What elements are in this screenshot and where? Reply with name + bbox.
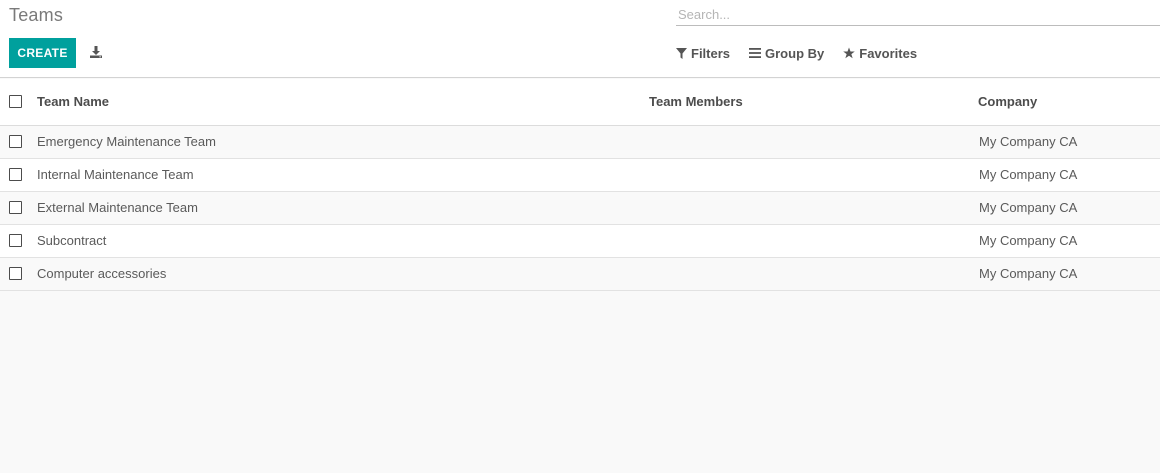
team-name-cell: Subcontract	[37, 224, 649, 258]
column-header-team-members[interactable]: Team Members	[649, 79, 978, 126]
filters-label: Filters	[691, 45, 731, 61]
column-header-company[interactable]: Company	[978, 79, 1160, 126]
group-by-label: Group By	[765, 45, 825, 61]
table-row[interactable]: Internal Maintenance Team My Company CA	[0, 158, 1160, 192]
filters-button[interactable]: Filters	[676, 46, 730, 61]
table-header: Team Name Team Members Company	[0, 79, 1160, 126]
bars-icon	[749, 48, 762, 58]
row-select-cell	[0, 257, 37, 291]
column-header-team-name[interactable]: Team Name	[37, 79, 649, 126]
team-name-cell: Emergency Maintenance Team	[37, 125, 649, 159]
row-checkbox[interactable]	[9, 201, 22, 214]
team-members-cell	[649, 191, 978, 225]
search-input[interactable]	[676, 4, 1160, 24]
row-select-cell	[0, 158, 37, 192]
table-row[interactable]: Emergency Maintenance Team My Company CA	[0, 125, 1160, 159]
company-cell: My Company CA	[978, 125, 1160, 159]
company-cell: My Company CA	[978, 158, 1160, 192]
filter-icon	[676, 47, 687, 59]
row-select-cell	[0, 224, 37, 258]
team-members-cell	[649, 125, 978, 159]
table-row[interactable]: Computer accessories My Company CA	[0, 257, 1160, 291]
row-select-cell	[0, 191, 37, 225]
select-all-cell	[0, 79, 37, 126]
team-members-cell	[649, 158, 978, 192]
teams-table: Team Name Team Members Company Emergency…	[0, 79, 1160, 291]
group-by-button[interactable]: Group By	[749, 46, 824, 61]
search-options: Filters Group By Favorites	[676, 44, 917, 62]
select-all-checkbox[interactable]	[9, 95, 22, 109]
row-checkbox[interactable]	[9, 168, 22, 181]
team-members-cell	[649, 257, 978, 291]
team-name-cell: Internal Maintenance Team	[37, 158, 649, 192]
company-cell: My Company CA	[978, 191, 1160, 225]
page-title: Teams	[9, 5, 64, 25]
control-panel: Teams CREATE Filters Group By	[0, 0, 1160, 78]
team-name-cell: Computer accessories	[37, 257, 649, 291]
team-members-cell	[649, 224, 978, 258]
table-row[interactable]: External Maintenance Team My Company CA	[0, 191, 1160, 225]
company-cell: My Company CA	[978, 224, 1160, 258]
download-icon[interactable]	[86, 42, 106, 62]
team-name-cell: External Maintenance Team	[37, 191, 649, 225]
row-checkbox[interactable]	[9, 135, 22, 148]
table-row[interactable]: Subcontract My Company CA	[0, 224, 1160, 258]
company-cell: My Company CA	[978, 257, 1160, 291]
row-checkbox[interactable]	[9, 234, 22, 247]
create-button[interactable]: CREATE	[9, 38, 76, 68]
search-bar[interactable]	[676, 4, 1160, 26]
favorites-button[interactable]: Favorites	[843, 46, 917, 61]
row-checkbox[interactable]	[9, 267, 22, 280]
favorites-label: Favorites	[859, 45, 918, 61]
row-select-cell	[0, 125, 37, 159]
star-icon	[843, 47, 855, 59]
